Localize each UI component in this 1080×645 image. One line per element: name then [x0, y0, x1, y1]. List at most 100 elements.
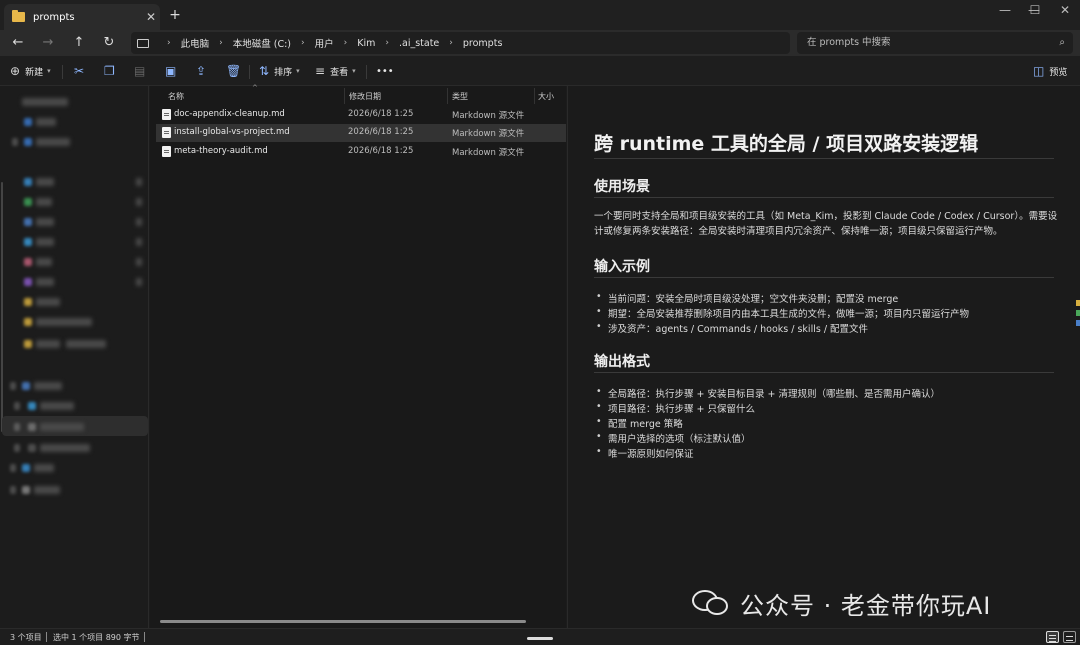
- file-modified: 2026/6/18 1:25: [348, 127, 414, 137]
- sidebar-item[interactable]: [6, 194, 148, 210]
- file-list[interactable]: ^ 名称 修改日期 类型 大小 doc-appendix-cleanup.md …: [150, 84, 566, 628]
- list-item: 需用户选择的选项（标注默认值）: [596, 431, 750, 445]
- sidebar-item[interactable]: [6, 460, 148, 476]
- folder-icon: [12, 10, 25, 22]
- new-button[interactable]: ⊕ 新建 ▾: [10, 63, 51, 79]
- tab-prompts[interactable]: prompts ✕: [4, 4, 160, 30]
- share-button[interactable]: ⇪: [196, 63, 211, 79]
- sidebar-item[interactable]: [6, 314, 148, 330]
- sidebar-item[interactable]: [6, 378, 148, 394]
- list-item: 项目路径：执行步骤 + 只保留什么: [596, 401, 755, 415]
- resize-handle[interactable]: [527, 637, 553, 640]
- breadcrumb-local-disk[interactable]: 本地磁盘 (C:): [233, 36, 291, 50]
- delete-button[interactable]: 🗑: [226, 63, 246, 79]
- preview-pane-button[interactable]: ◫ 预览: [1033, 63, 1067, 79]
- markdown-file-icon: [162, 109, 171, 120]
- watermark: 公众号 · 老金带你玩AI: [692, 586, 991, 620]
- navigation-pane[interactable]: [0, 86, 149, 628]
- file-row[interactable]: doc-appendix-cleanup.md 2026/6/18 1:25 M…: [156, 106, 566, 124]
- sidebar-scrollbar[interactable]: [1, 182, 3, 432]
- file-modified: 2026/6/18 1:25: [348, 109, 414, 119]
- sidebar-item[interactable]: [6, 214, 148, 230]
- sidebar-item[interactable]: [6, 174, 148, 190]
- up-button[interactable]: ↑: [69, 33, 89, 53]
- search-input[interactable]: 在 prompts 中搜索 ⌕: [797, 32, 1073, 54]
- list-item: 当前问题：安装全局时项目级没处理；空文件夹没删；配置没 merge: [596, 291, 898, 305]
- preview-pane: 跨 runtime 工具的全局 / 项目双路安装逻辑 使用场景 一个要同时支持全…: [567, 86, 1080, 628]
- horizontal-scrollbar[interactable]: [160, 620, 526, 623]
- chevron-right-icon: ›: [385, 38, 389, 48]
- list-item: 全局路径：执行步骤 + 安装目标目录 + 清理规则（哪些删、是否需用户确认）: [596, 386, 940, 400]
- rename-button[interactable]: ▣: [165, 63, 181, 79]
- chevron-right-icon: ›: [301, 38, 305, 48]
- file-name: install-global-vs-project.md: [174, 127, 290, 137]
- sidebar-item[interactable]: [6, 398, 148, 414]
- preview-title: 跨 runtime 工具的全局 / 项目双路安装逻辑: [594, 133, 979, 155]
- breadcrumb-prompts[interactable]: prompts: [463, 38, 503, 49]
- column-header-type[interactable]: 类型: [452, 91, 468, 102]
- close-window-button[interactable]: ✕: [1050, 0, 1080, 22]
- tiles-view-button[interactable]: [1063, 631, 1076, 643]
- section-heading-usage: 使用场景: [594, 179, 650, 195]
- sidebar-item[interactable]: [6, 294, 148, 310]
- paste-button[interactable]: ▤: [134, 63, 150, 79]
- preview-label: 预览: [1049, 67, 1068, 78]
- chevron-right-icon: ›: [167, 38, 171, 48]
- tab-close-icon[interactable]: ✕: [142, 10, 160, 24]
- list-item: 期望：全局安装推荐删除项目内由本工具生成的文件，做唯一源；项目内只留运行产物: [596, 306, 969, 320]
- breadcrumb-kim[interactable]: Kim: [357, 38, 375, 49]
- chevron-down-icon: ▾: [47, 67, 51, 75]
- cut-button[interactable]: ✂: [74, 63, 89, 79]
- sidebar-item[interactable]: [6, 254, 148, 270]
- more-options-button[interactable]: •••: [376, 63, 394, 79]
- column-header-name[interactable]: 名称: [168, 91, 184, 102]
- trash-icon: 🗑: [226, 64, 242, 78]
- search-placeholder: 在 prompts 中搜索: [807, 37, 891, 48]
- chevron-down-icon: ▾: [352, 67, 356, 75]
- item-count: 3 个项目: [10, 633, 42, 642]
- sidebar-item[interactable]: [6, 274, 148, 290]
- more-icon: •••: [376, 65, 394, 77]
- breadcrumb-ai-state[interactable]: .ai_state: [399, 38, 439, 49]
- view-label: 查看: [330, 67, 349, 78]
- file-type: Markdown 源文件: [452, 148, 525, 158]
- sidebar-item[interactable]: [6, 134, 148, 150]
- sort-button[interactable]: ⇅ 排序 ▾: [259, 63, 300, 79]
- wechat-icon: [692, 588, 732, 618]
- column-header-size[interactable]: 大小: [538, 91, 554, 102]
- sort-ascending-icon: ^: [252, 84, 258, 92]
- column-header-modified[interactable]: 修改日期: [349, 91, 381, 102]
- back-button[interactable]: ←: [8, 33, 28, 53]
- minimize-glyph[interactable]: —: [990, 0, 1020, 22]
- divider: [594, 197, 1054, 198]
- title-bar: prompts ✕ + —: [0, 0, 1080, 30]
- sidebar-item[interactable]: [6, 419, 148, 435]
- refresh-button[interactable]: ↻: [99, 33, 119, 53]
- chevron-down-icon: ▾: [296, 67, 300, 75]
- paste-icon: ▤: [134, 64, 146, 78]
- forward-button[interactable]: →: [38, 33, 58, 53]
- sidebar-item[interactable]: [6, 234, 148, 250]
- details-view-button[interactable]: [1046, 631, 1059, 643]
- share-icon: ⇪: [196, 64, 207, 78]
- sidebar-item[interactable]: [6, 482, 148, 498]
- tab-title: prompts: [33, 11, 75, 23]
- file-row[interactable]: meta-theory-audit.md 2026/6/18 1:25 Mark…: [156, 143, 566, 161]
- new-tab-button[interactable]: +: [166, 6, 184, 24]
- maximize-button[interactable]: ☐: [1020, 0, 1050, 22]
- status-bar: 3 个项目 选中 1 个项目 890 字节: [0, 628, 1080, 645]
- sidebar-item[interactable]: [6, 336, 148, 352]
- breadcrumb-users[interactable]: 用户: [315, 36, 334, 50]
- sidebar-item[interactable]: [6, 94, 148, 110]
- sidebar-item[interactable]: [6, 440, 148, 456]
- chevron-right-icon: ›: [449, 38, 453, 48]
- navigation-bar: ← → ↑ ↻ › 此电脑 › 本地磁盘 (C:) › 用户 › Kim › .…: [0, 30, 1080, 56]
- copy-button[interactable]: ❐: [104, 63, 120, 79]
- view-button[interactable]: ≡ 查看 ▾: [315, 63, 356, 79]
- plus-circle-icon: ⊕: [10, 64, 21, 78]
- selection-info: 选中 1 个项目 890 字节: [53, 633, 140, 642]
- breadcrumb-this-pc[interactable]: 此电脑: [181, 36, 210, 50]
- address-bar[interactable]: › 此电脑 › 本地磁盘 (C:) › 用户 › Kim › .ai_state…: [131, 32, 790, 54]
- sidebar-item[interactable]: [6, 114, 148, 130]
- file-row-selected[interactable]: install-global-vs-project.md 2026/6/18 1…: [156, 124, 566, 142]
